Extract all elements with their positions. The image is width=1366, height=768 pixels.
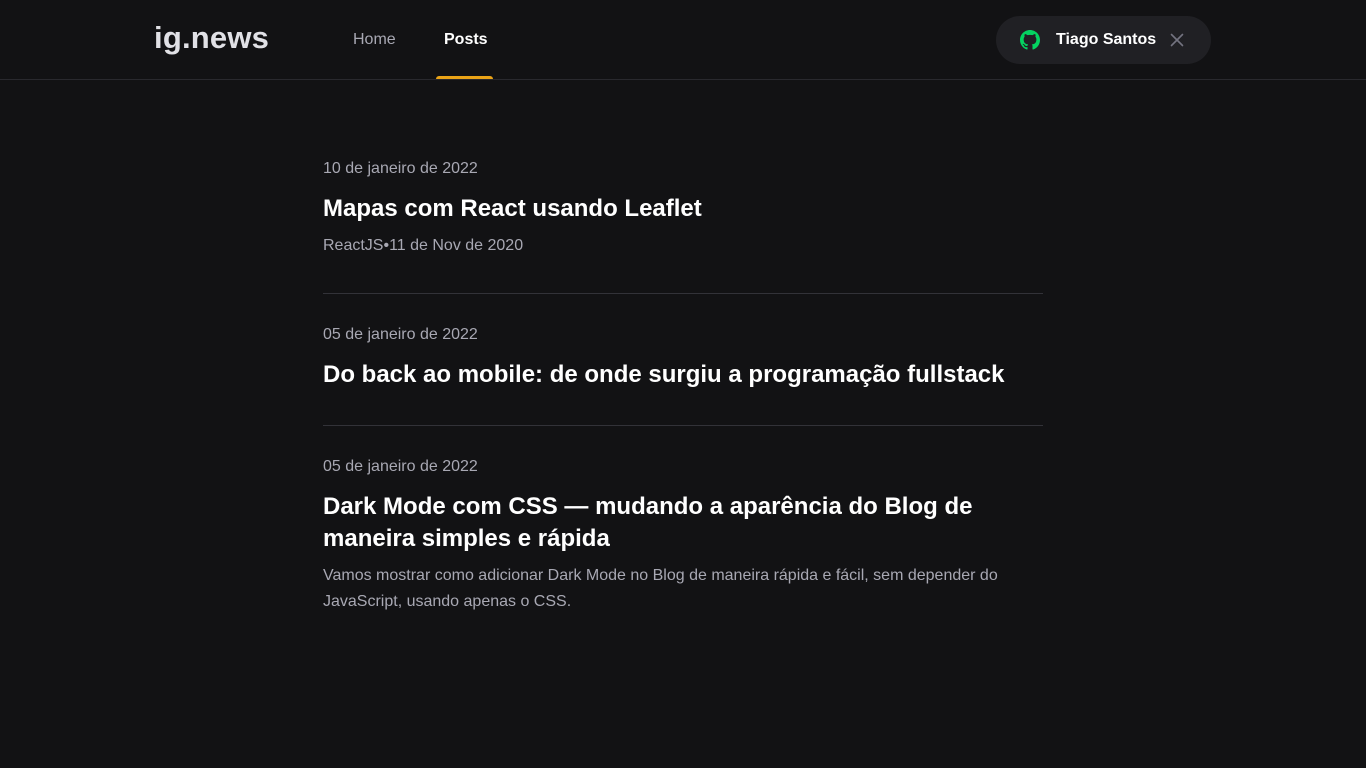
active-nav-indicator [436,76,493,79]
divider [323,293,1043,294]
post-excerpt: ReactJS•11 de Nov de 2020 [323,237,524,254]
post-date: 10 de janeiro de 2022 [323,160,478,177]
divider [323,425,1043,426]
post-date: 05 de janeiro de 2022 [323,326,478,343]
post-item[interactable]: 10 de janeiro de 2022 Mapas com React us… [323,159,1043,259]
nav-home-link[interactable]: Home [353,0,396,79]
header: ig.news Home Posts Tiago Santos [0,0,1366,80]
post-item[interactable]: 05 de janeiro de 2022 Do back ao mobile:… [323,325,1043,391]
close-icon[interactable] [1169,32,1185,48]
post-title[interactable]: Mapas com React usando Leaflet [323,193,1043,225]
logo[interactable]: ig.news [154,20,269,56]
sign-out-button[interactable]: Tiago Santos [996,16,1211,64]
post-title[interactable]: Do back ao mobile: de onde surgiu a prog… [323,359,1043,391]
post-item[interactable]: 05 de janeiro de 2022 Dark Mode com CSS … [323,457,1043,615]
post-excerpt: Vamos mostrar como adicionar Dark Mode n… [323,567,998,610]
post-date: 05 de janeiro de 2022 [323,458,478,475]
user-name: Tiago Santos [1056,31,1157,48]
nav-posts-link[interactable]: Posts [444,0,488,79]
post-title[interactable]: Dark Mode com CSS — mudando a aparência … [323,491,1043,555]
github-icon [1020,30,1040,50]
